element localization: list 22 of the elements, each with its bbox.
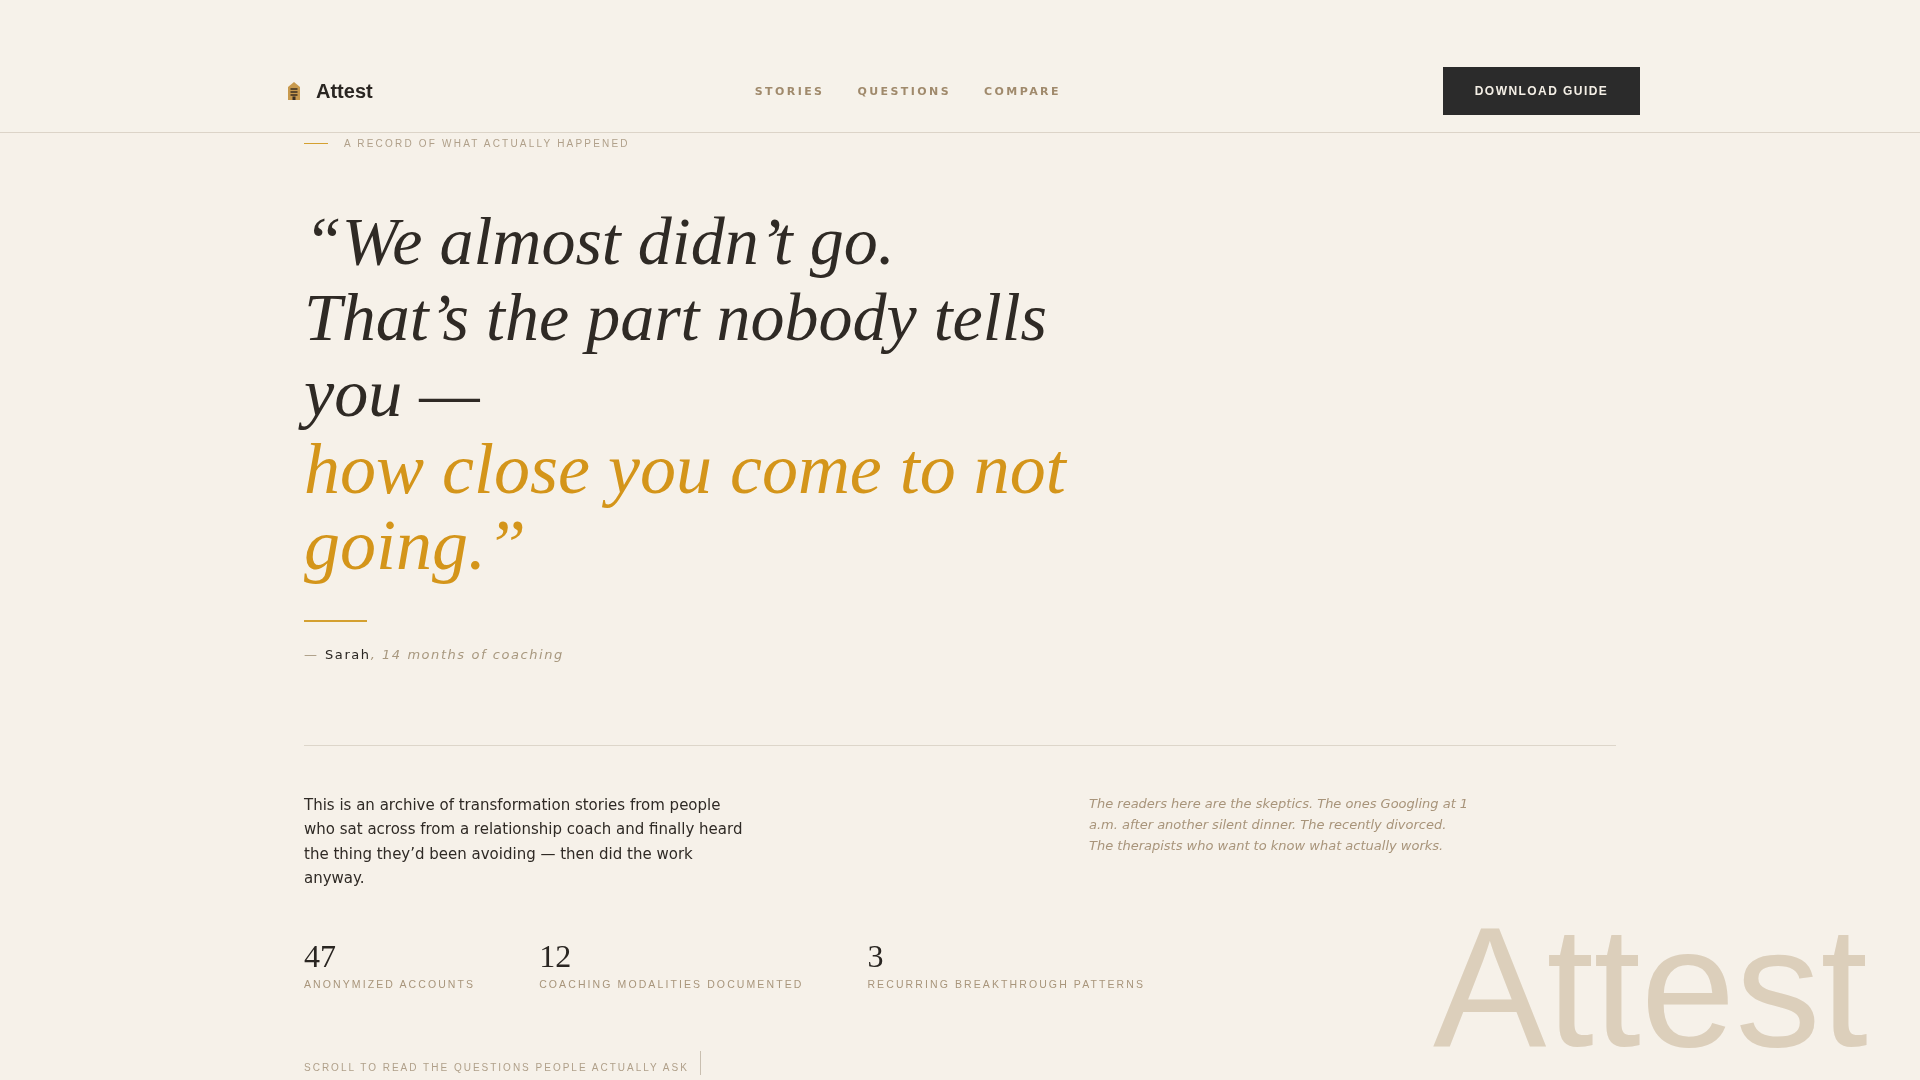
author-detail: , 14 months of coaching: [370, 645, 564, 664]
download-guide-button[interactable]: DOWNLOAD GUIDE: [1443, 67, 1640, 115]
nav-link[interactable]: STORIES: [754, 84, 825, 98]
stat-value: 47: [304, 936, 337, 975]
stat-label: ANONYMIZED ACCOUNTS: [304, 976, 476, 991]
attribution-dash: —: [304, 645, 319, 664]
building-icon: [288, 82, 300, 100]
author-name: Sarah: [325, 645, 371, 664]
quote-line: “We almost didn’t go.: [303, 202, 896, 281]
quote-highlight: how close you come to not going.”: [304, 429, 1068, 586]
stat-value: 3: [867, 936, 885, 975]
intro-paragraph: This is an archive of transformation stories from people who sat across from a relationship coach and finally heard the thing they’d been avoiding — then did the work anyway.: [304, 794, 744, 889]
audience-note: The readers here are the skeptics. The ones Googling at 1 a.m. after another silent dinner. The recently divorced. The therapists who want to know what actually works.: [1089, 794, 1469, 856]
scroll-indicator-line: [699, 1050, 701, 1075]
stat-label: COACHING MODALITIES DOCUMENTED: [539, 976, 804, 991]
eyebrow-label: A RECORD OF WHAT ACTUALLY HAPPENED: [344, 137, 630, 149]
nav-link[interactable]: COMPARE: [984, 84, 1061, 98]
stat-label: RECURRING BREAKTHROUGH PATTERNS: [867, 976, 1146, 991]
stat-value: 12: [539, 936, 573, 975]
scroll-hint: SCROLL TO READ THE QUESTIONS PEOPLE ACTUALLY ASK: [304, 1060, 689, 1075]
nav-link[interactable]: QUESTIONS: [857, 84, 952, 98]
brand-name: Attest: [316, 79, 373, 103]
